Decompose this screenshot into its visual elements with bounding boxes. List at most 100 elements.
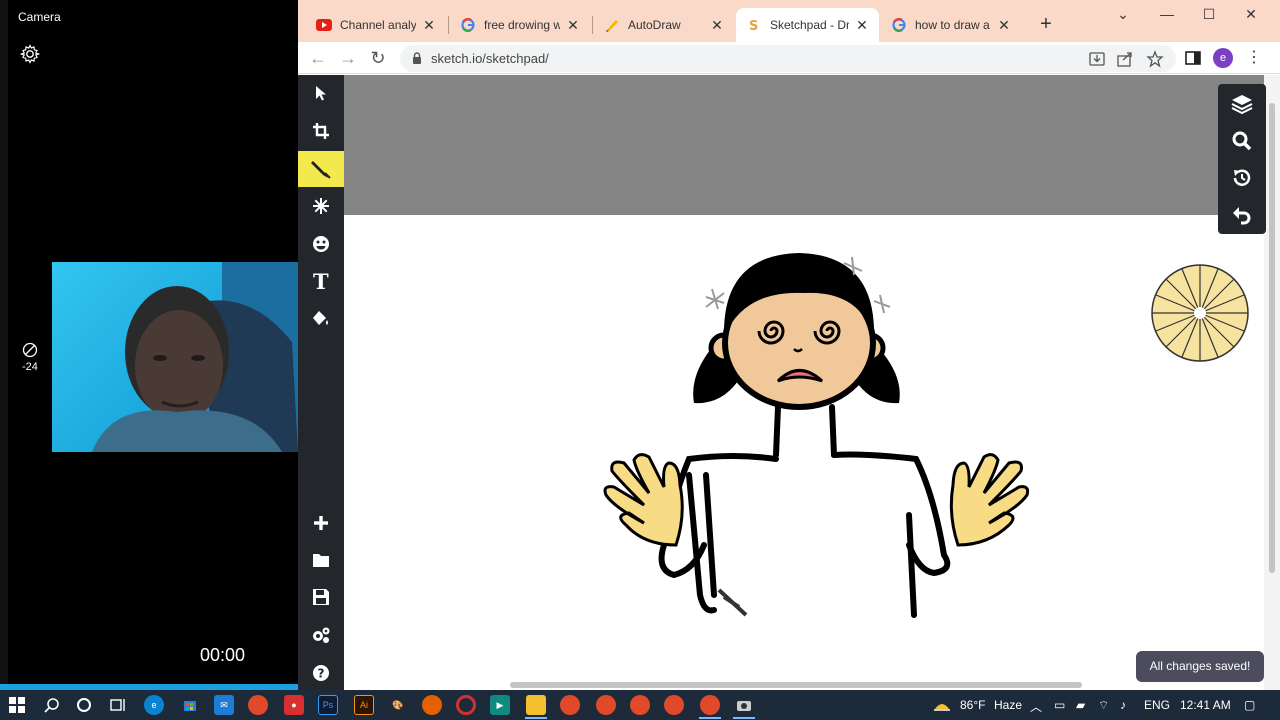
profile-avatar[interactable]: e (1213, 48, 1233, 68)
horizontal-scrollbar[interactable] (510, 682, 1082, 688)
photoshop-icon[interactable]: Ps (318, 695, 338, 715)
weather-icon[interactable] (932, 695, 952, 715)
mail-icon[interactable]: ✉ (214, 695, 234, 715)
meet-now-icon[interactable]: ▭ (1054, 698, 1065, 712)
record-icon[interactable] (456, 695, 476, 715)
layers-icon (1231, 95, 1253, 114)
google-icon (460, 17, 476, 33)
text-tool[interactable]: T (298, 263, 344, 299)
close-icon[interactable]: ✕ (566, 17, 580, 34)
camera-title: Camera (18, 10, 61, 24)
tab-sketchpad[interactable]: S Sketchpad - Dra ✕ (736, 8, 879, 42)
close-icon[interactable]: ✕ (710, 17, 724, 34)
chrome-icon[interactable] (596, 695, 616, 715)
windows-start-icon[interactable] (7, 695, 27, 715)
browser-window: Channel analytic ✕ free drowing wel ✕ Au… (298, 0, 1280, 690)
file-explorer-icon[interactable] (526, 695, 546, 715)
help-button[interactable]: ? (298, 655, 344, 691)
fill-tool[interactable] (298, 301, 344, 337)
pointer-icon (316, 86, 326, 101)
new-tab-button[interactable]: + (1034, 13, 1058, 37)
tab-separator (448, 16, 449, 34)
emoji-tool[interactable] (298, 226, 344, 262)
language-indicator[interactable]: ENG (1144, 698, 1170, 712)
google-icon (891, 17, 907, 33)
exposure-icon[interactable] (22, 342, 38, 358)
crop-tool[interactable] (298, 113, 344, 149)
close-icon[interactable]: ✕ (855, 17, 869, 34)
close-icon[interactable]: ✕ (422, 17, 436, 34)
wifi-icon[interactable]: ⌔ (1098, 698, 1109, 713)
tab-label: free drowing wel (484, 18, 560, 32)
task-view-icon[interactable] (108, 695, 128, 715)
tab-channel-analytics[interactable]: Channel analytic ✕ (306, 8, 446, 42)
tab-how-to-draw[interactable]: how to draw a c ✕ (881, 8, 1021, 42)
gear-icon[interactable] (20, 44, 40, 64)
reload-button[interactable]: ↻ (366, 46, 390, 70)
zoom-button[interactable] (1218, 123, 1266, 159)
chrome-icon[interactable] (248, 695, 268, 715)
pen-tool[interactable] (298, 151, 344, 187)
tab-label: how to draw a c (915, 18, 991, 32)
paint-icon[interactable]: 🎨 (388, 695, 408, 715)
chrome-icon[interactable] (700, 695, 720, 715)
back-button[interactable]: ← (306, 46, 330, 70)
girl-drawing (603, 253, 1249, 618)
floppy-icon (313, 589, 329, 605)
paint-bucket-icon (313, 311, 328, 325)
history-button[interactable] (1218, 160, 1266, 196)
chrome-icon[interactable] (630, 695, 650, 715)
menu-icon[interactable]: ⋮ (1242, 46, 1266, 70)
side-panel-icon[interactable] (1183, 48, 1203, 68)
bookmark-star-icon[interactable] (1146, 50, 1164, 68)
add-button[interactable] (298, 505, 344, 541)
stamp-tool[interactable] (298, 188, 344, 224)
clock[interactable]: 12:41 AM (1180, 698, 1231, 712)
tab-free-drawing[interactable]: free drowing wel ✕ (450, 8, 590, 42)
svg-text:?: ? (318, 667, 325, 681)
video-editor-icon[interactable]: ▶ (490, 695, 510, 715)
chrome-icon[interactable] (560, 695, 580, 715)
forward-button[interactable]: → (336, 46, 360, 70)
text-icon: T (313, 271, 329, 291)
illustrator-icon[interactable]: Ai (354, 695, 374, 715)
vertical-scrollbar[interactable] (1264, 75, 1280, 690)
close-window-button[interactable]: ✕ (1236, 6, 1266, 24)
camera-app-icon[interactable] (734, 695, 754, 715)
save-button[interactable] (298, 579, 344, 615)
history-icon (1233, 169, 1251, 186)
drawing-canvas[interactable] (344, 75, 1280, 690)
address-bar[interactable]: sketch.io/sketchpad/ (400, 45, 1176, 72)
crop-icon (313, 123, 329, 139)
tab-autodraw[interactable]: AutoDraw ✕ (594, 8, 734, 42)
settings-button[interactable] (298, 617, 344, 653)
volume-icon[interactable]: ♪ (1120, 698, 1126, 712)
notification-icon[interactable]: ▢ (1244, 698, 1255, 712)
store-icon[interactable] (180, 695, 200, 715)
undo-icon (1233, 207, 1251, 225)
select-tool[interactable] (298, 75, 344, 111)
active-indicator (525, 717, 547, 719)
edge-icon[interactable]: e (144, 695, 164, 715)
cortana-icon[interactable] (74, 695, 94, 715)
weather-condition: Haze (994, 698, 1023, 712)
install-icon[interactable] (1088, 50, 1106, 68)
share-icon[interactable] (1116, 50, 1134, 68)
tab-search-icon[interactable]: ⌄ (1108, 6, 1138, 24)
close-icon[interactable]: ✕ (997, 17, 1011, 34)
camera-edge (0, 0, 8, 690)
minimize-button[interactable]: — (1152, 6, 1182, 24)
chevron-up-icon[interactable]: ︿ (1030, 698, 1042, 715)
undo-button[interactable] (1218, 197, 1266, 233)
firefox-icon[interactable] (422, 695, 442, 715)
maximize-button[interactable]: ☐ (1194, 6, 1224, 24)
open-button[interactable] (298, 542, 344, 578)
tab-label: Sketchpad - Dra (770, 18, 849, 32)
layers-button[interactable] (1218, 86, 1266, 122)
battery-icon[interactable]: ▰ (1076, 698, 1085, 712)
canvas-controls (1218, 84, 1266, 234)
screen-recorder-icon[interactable]: ● (284, 695, 304, 715)
search-icon[interactable] (42, 695, 62, 715)
save-status-toast: All changes saved! (1136, 651, 1264, 682)
chrome-icon[interactable] (664, 695, 684, 715)
